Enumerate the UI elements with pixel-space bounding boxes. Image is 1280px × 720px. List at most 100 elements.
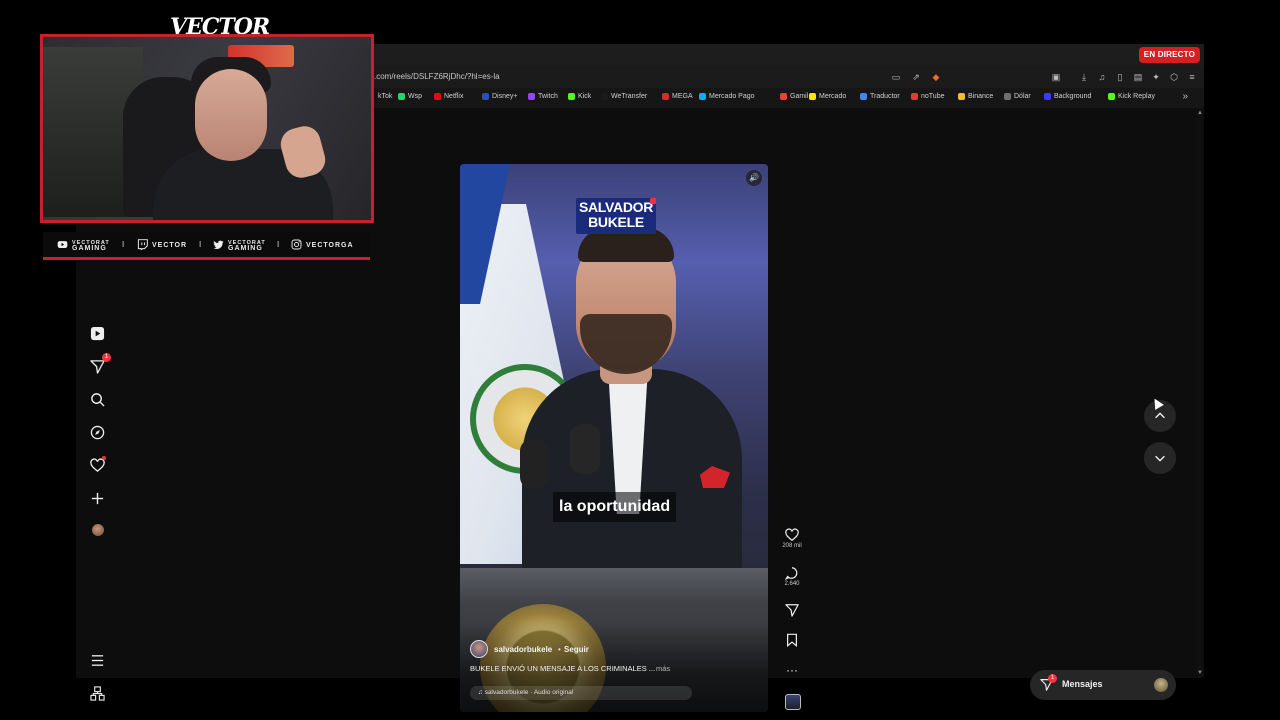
profile-avatar[interactable] — [92, 524, 104, 536]
also-from-meta-icon — [89, 685, 105, 701]
chevron-down-icon — [1155, 455, 1165, 462]
chevron-up-icon — [1155, 412, 1165, 419]
audio-thumbnail[interactable] — [785, 694, 801, 710]
music-icon[interactable]: ♫ — [1096, 71, 1108, 83]
bookmark-favicon-icon — [809, 93, 816, 100]
like-button[interactable]: 208 mil — [782, 528, 802, 549]
sidebar-icon[interactable]: ▯ — [1114, 71, 1126, 83]
caption-more-link[interactable]: más — [656, 664, 670, 673]
bookmark-item[interactable]: Background — [1044, 93, 1091, 100]
url-text[interactable]: .com/reels/DSLFZ6RjDhc/?hl=es-la — [374, 72, 500, 81]
bookmark-favicon-icon — [398, 93, 405, 100]
notifications-dot — [102, 456, 106, 460]
vpn-icon[interactable]: ⬡ — [1168, 71, 1180, 83]
messages-avatar — [1154, 678, 1168, 692]
nav-more[interactable] — [88, 651, 106, 669]
bookmarks-overflow-button[interactable]: » — [1182, 91, 1188, 102]
bookmark-label: Mercado — [819, 93, 847, 100]
next-reel-button[interactable] — [1144, 442, 1176, 474]
search-icon — [90, 392, 105, 407]
likes-count: 208 mil — [782, 543, 802, 549]
bookmark-favicon-icon — [1004, 93, 1011, 100]
download-icon[interactable]: ⤓ — [1078, 71, 1090, 83]
nav-also-from-meta[interactable] — [88, 684, 106, 702]
brand-flag-icon — [650, 198, 656, 204]
audio-attribution[interactable]: ♫ salvadorbukele · Audio original — [470, 686, 692, 700]
extensions-icon[interactable]: ▣ — [1050, 71, 1062, 83]
bookmark-icon — [787, 633, 797, 647]
mute-button[interactable]: 🔊 — [746, 170, 762, 186]
bookmark-label: Dólar — [1014, 93, 1031, 100]
social-handle-line-2: VECTORGA — [306, 242, 354, 249]
scroll-down-arrow[interactable]: ▼ — [1197, 670, 1203, 676]
bookmark-label: Twitch — [538, 93, 558, 100]
share-icon — [785, 604, 799, 617]
bookmark-item[interactable]: Twitch — [528, 93, 558, 100]
create-icon — [91, 492, 103, 504]
bookmark-item[interactable]: Kick — [568, 93, 591, 100]
follow-button[interactable]: Seguir — [564, 645, 589, 654]
bookmark-label: Binance — [968, 93, 994, 100]
bookmark-item[interactable]: noTube — [911, 93, 944, 100]
bookmark-item[interactable]: Disney+ — [482, 93, 517, 100]
ellipsis-icon: ··· — [786, 663, 798, 677]
bookmark-item[interactable]: Dólar — [1004, 93, 1031, 100]
bookmark-label: Kick Replay — [1118, 93, 1155, 100]
share-icon[interactable]: ⇗ — [910, 71, 922, 83]
nav-explore[interactable] — [88, 423, 106, 441]
social-separator: I — [199, 240, 202, 249]
bookmark-item[interactable]: MEGA — [662, 93, 693, 100]
cast-icon[interactable]: ▭ — [890, 71, 902, 83]
nav-direct[interactable]: 1 — [88, 353, 111, 375]
bookmark-label: Kick — [578, 93, 592, 100]
bookmark-label: Background — [1054, 93, 1092, 100]
bookmark-item[interactable]: Gamil — [780, 93, 808, 100]
bookmark-label: Disney+ — [492, 93, 518, 100]
microphone — [570, 424, 600, 474]
microphone — [520, 439, 548, 489]
bookmark-item[interactable]: Traductor — [860, 93, 900, 100]
audio-label: salvadorbukele · Audio original — [484, 689, 574, 696]
bookmark-favicon-icon — [434, 93, 441, 100]
nav-notifications[interactable] — [88, 456, 106, 474]
bookmark-item[interactable]: Kick Replay — [1108, 93, 1155, 100]
bookmark-label: MEGA — [672, 93, 693, 100]
brave-shield-icon[interactable]: ◆ — [930, 71, 942, 83]
bookmark-favicon-icon — [911, 93, 918, 100]
comment-button[interactable]: 2.640 — [782, 566, 802, 587]
twitter-icon — [213, 239, 224, 252]
social-separator: I — [122, 240, 125, 249]
bookmark-item[interactable]: Binance — [958, 93, 993, 100]
author-avatar[interactable] — [470, 640, 488, 658]
scroll-up-arrow[interactable]: ▲ — [1197, 110, 1203, 116]
reel-video[interactable]: SALVADOR BUKELE 🔊 la oportunidad salvado… — [460, 164, 768, 712]
menu-icon[interactable]: ≡ — [1186, 71, 1198, 83]
nav-create[interactable] — [88, 489, 106, 507]
bookmark-item[interactable]: Wsp — [398, 93, 422, 100]
bookmark-label: Netflix — [444, 93, 464, 100]
bookmark-item[interactable]: Netflix — [434, 93, 463, 100]
bookmark-item[interactable]: Mercado — [809, 93, 846, 100]
messages-badge: 1 — [1048, 674, 1057, 683]
more-options-button[interactable]: ··· — [782, 663, 802, 677]
nav-search[interactable] — [88, 390, 106, 408]
follow-separator: • — [558, 645, 561, 654]
brand-label: SALVADOR BUKELE — [576, 200, 656, 230]
nav-reels[interactable] — [88, 324, 106, 342]
bookmark-favicon-icon — [568, 93, 575, 100]
scrollbar[interactable]: ▲ ▼ — [1196, 108, 1204, 678]
author-name[interactable]: salvadorbukele — [494, 645, 552, 654]
wallet-icon[interactable]: ▤ — [1132, 71, 1144, 83]
share-button[interactable] — [782, 603, 802, 617]
leo-icon[interactable]: ✦ — [1150, 71, 1162, 83]
bookmark-item[interactable]: WeTransfer — [601, 93, 647, 100]
messages-button[interactable]: 1 Mensajes — [1030, 670, 1176, 700]
explore-icon — [90, 425, 104, 439]
save-button[interactable] — [782, 633, 802, 647]
social-link: VECTORAT GAMING — [213, 239, 266, 252]
bookmark-favicon-icon — [780, 93, 787, 100]
screen: EN DIRECTO .com/reels/DSLFZ6RjDhc/?hl=es… — [0, 0, 1280, 720]
direct-badge: 1 — [102, 353, 111, 362]
bookmark-item[interactable]: Mercado Pago — [699, 93, 755, 100]
youtube-icon — [57, 239, 68, 252]
